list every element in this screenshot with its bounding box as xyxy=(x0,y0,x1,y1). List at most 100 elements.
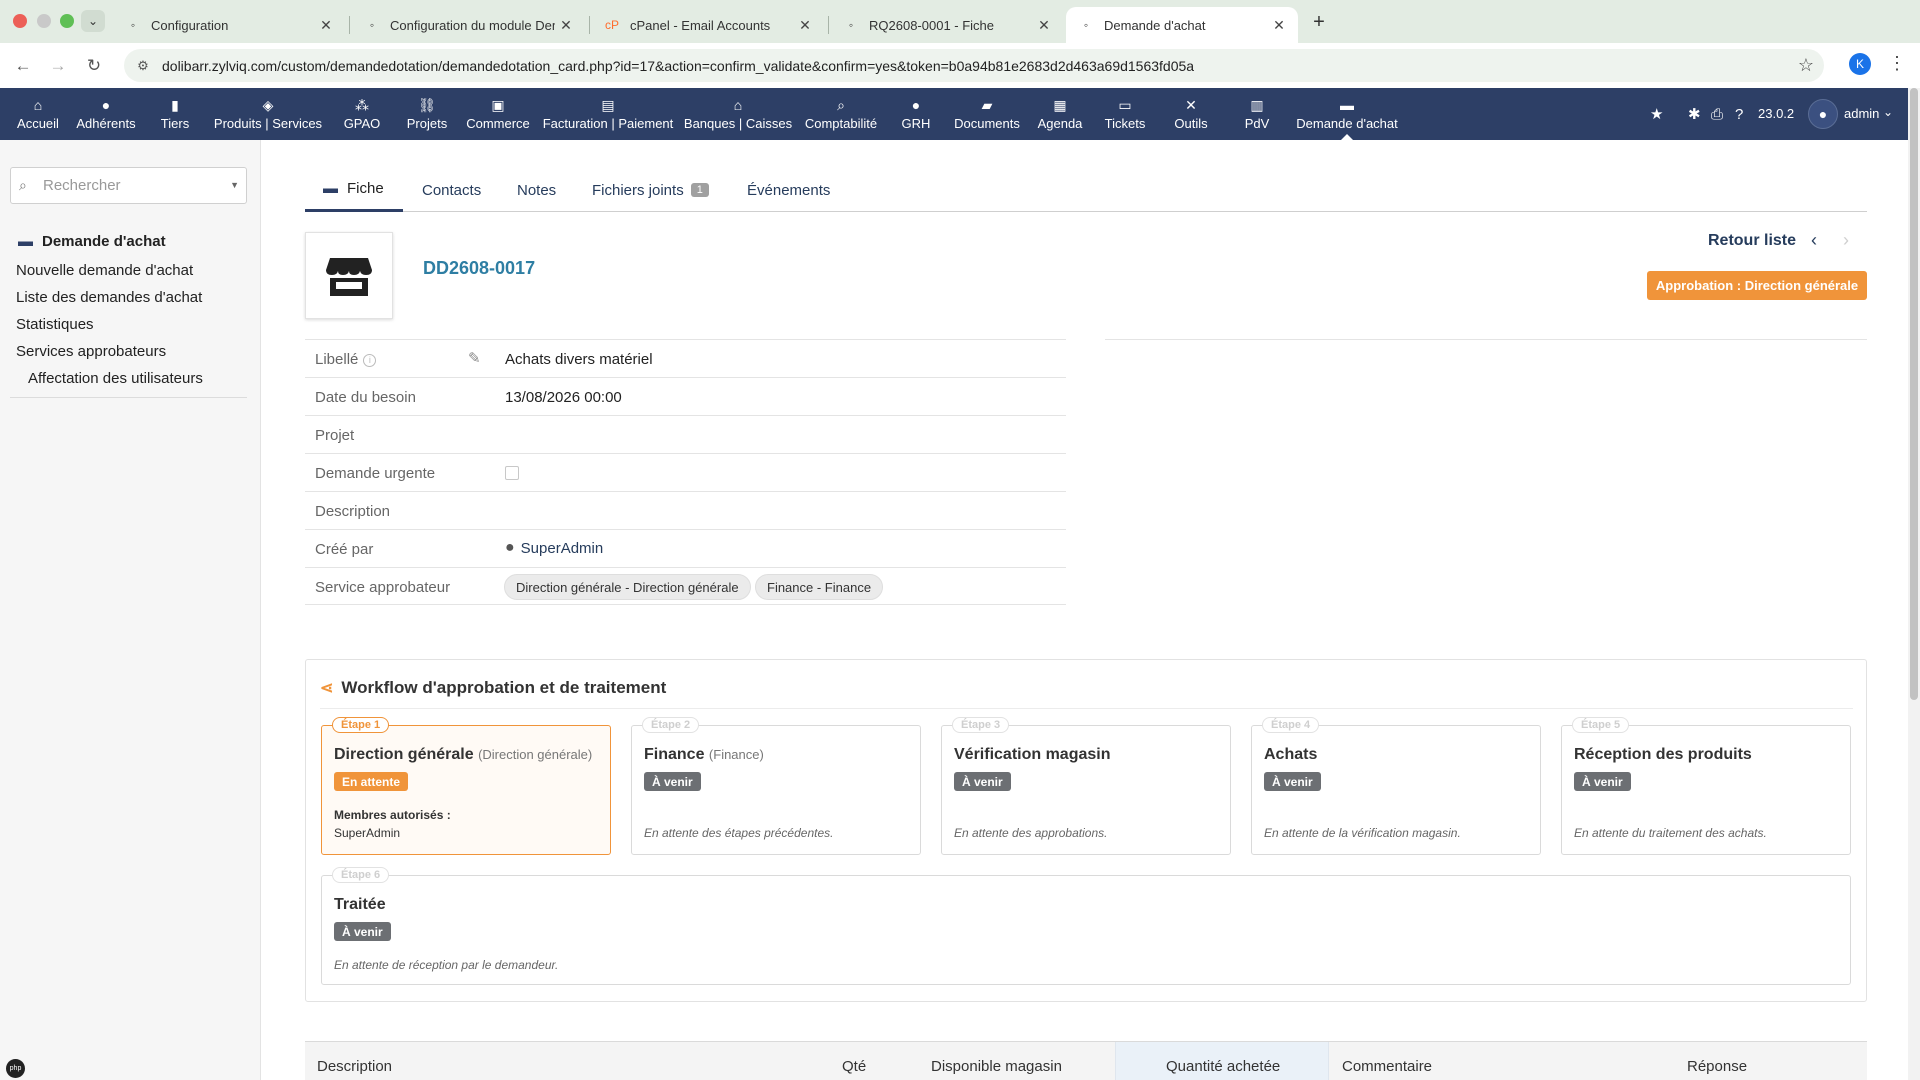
members-label: Membres autorisés : xyxy=(334,808,451,822)
window-minimize-button[interactable] xyxy=(37,14,51,28)
urgent-checkbox[interactable] xyxy=(505,466,519,480)
cubes-icon: ⁂ xyxy=(355,97,369,113)
workflow-title: ⋖ Workflow d'approbation et de traitemen… xyxy=(320,678,666,698)
browser-tab[interactable]: ◦ RQ2608-0001 - Fiche ✕ xyxy=(831,7,1063,43)
tab-label: Fiche xyxy=(347,180,384,197)
scrollbar-thumb[interactable] xyxy=(1910,88,1918,700)
lines-table-header: Description Qté Disponible magasin Quant… xyxy=(305,1041,1867,1080)
folder-icon: ▰ xyxy=(981,97,993,113)
bookmark-star-icon[interactable]: ☆ xyxy=(1798,55,1814,76)
menu-label: Adhérents xyxy=(76,116,136,131)
building-icon: ▮ xyxy=(171,97,179,113)
tab-notes[interactable]: Notes xyxy=(517,168,556,212)
sidebar-item-nouvelle-demande[interactable]: Nouvelle demande d'achat xyxy=(16,262,193,279)
next-record-icon[interactable]: › xyxy=(1843,230,1849,251)
menu-label: Comptabilité xyxy=(804,116,878,131)
tab-evenements[interactable]: Événements xyxy=(747,168,830,212)
step-status-badge: À venir xyxy=(1264,772,1321,791)
previous-record-icon[interactable]: ‹ xyxy=(1811,230,1817,251)
step-number-label: Étape 6 xyxy=(332,867,390,883)
menu-grh[interactable]: ● GRH xyxy=(892,88,940,140)
edit-pencil-icon[interactable]: ✎ xyxy=(468,349,481,367)
sidebar-item-services-approbateurs[interactable]: Services approbateurs xyxy=(16,343,166,360)
field-label-text: Libellé xyxy=(315,351,359,368)
tab-contacts[interactable]: Contacts xyxy=(422,168,481,212)
forward-button[interactable]: → xyxy=(47,55,69,77)
column-header: Quantité achetée xyxy=(1166,1058,1281,1075)
menu-tickets[interactable]: ▭ Tickets xyxy=(1098,88,1152,140)
sidebar-item-affectation-utilisateurs[interactable]: Affectation des utilisateurs xyxy=(28,370,203,387)
menu-label: Documents xyxy=(954,116,1020,131)
column-header: Commentaire xyxy=(1342,1058,1433,1075)
menu-facturation-paiement[interactable]: ▤ Facturation | Paiement xyxy=(538,88,678,140)
user-avatar[interactable]: ● xyxy=(1808,99,1838,129)
browser-tab-active[interactable]: ◦ Demande d'achat ✕ xyxy=(1066,7,1298,43)
menu-comptabilite[interactable]: ⌕ Comptabilité xyxy=(800,88,882,140)
close-icon[interactable]: ✕ xyxy=(794,17,816,34)
workflow-step: Étape 2 Finance (Finance) À venir En att… xyxy=(631,717,921,855)
creator-link[interactable]: ● SuperAdmin xyxy=(505,539,603,557)
close-icon[interactable]: ✕ xyxy=(1268,17,1290,34)
profile-avatar[interactable]: K xyxy=(1849,53,1871,75)
caret-down-icon[interactable]: ▼ xyxy=(230,180,239,190)
cube-icon: ◈ xyxy=(262,97,274,113)
store-icon: ▬ xyxy=(1340,97,1354,113)
step-name: Vérification magasin xyxy=(954,746,1111,763)
menu-tiers[interactable]: ▮ Tiers xyxy=(150,88,200,140)
menu-gpao[interactable]: ⁂ GPAO xyxy=(336,88,388,140)
tab-fichiers-joints[interactable]: Fichiers joints 1 xyxy=(592,168,709,212)
bookmarks-icon[interactable]: ★ xyxy=(1650,88,1663,140)
tab-fiche[interactable]: ▬ Fiche xyxy=(305,168,403,212)
menu-projets[interactable]: ⛓ Projets xyxy=(398,88,456,140)
step-name: Direction générale (Direction générale) xyxy=(334,746,592,764)
reload-button[interactable]: ↻ xyxy=(83,55,105,77)
sidebar-heading[interactable]: ▬ Demande d'achat xyxy=(18,233,166,250)
url-field[interactable]: ⚙ dolibarr.zylviq.com/custom/demandedota… xyxy=(124,49,1824,82)
menu-commerce[interactable]: ▣ Commerce xyxy=(462,88,534,140)
close-icon[interactable]: ✕ xyxy=(315,17,337,34)
menu-documents[interactable]: ▰ Documents xyxy=(950,88,1024,140)
record-ref: DD2608-0017 xyxy=(423,258,536,278)
tab-search-button[interactable]: ⌄ xyxy=(81,10,105,32)
window-close-button[interactable] xyxy=(13,14,27,28)
search-input[interactable]: ⌕ Rechercher ▼ xyxy=(10,167,247,204)
debug-bug-icon[interactable]: ✱ xyxy=(1688,88,1701,140)
menu-label: Demande d'achat xyxy=(1296,116,1398,131)
help-icon[interactable]: ? xyxy=(1735,88,1743,140)
menu-pdv[interactable]: ▥ PdV xyxy=(1230,88,1284,140)
menu-banques-caisses[interactable]: ⌂ Banques | Caisses xyxy=(682,88,794,140)
menu-outils[interactable]: ✕ Outils xyxy=(1166,88,1216,140)
window-zoom-button[interactable] xyxy=(60,14,74,28)
sidebar-item-statistiques[interactable]: Statistiques xyxy=(16,316,94,333)
menu-adherents[interactable]: ● Adhérents xyxy=(72,88,140,140)
new-tab-button[interactable]: + xyxy=(1307,10,1331,34)
browser-tab[interactable]: cP cPanel - Email Accounts ✕ xyxy=(592,7,824,43)
info-icon[interactable]: i xyxy=(363,353,377,367)
field-row-date-besoin: Date du besoin 13/08/2026 00:00 xyxy=(305,377,1066,415)
cash-register-icon: ▥ xyxy=(1250,97,1264,113)
attachment-count-badge: 1 xyxy=(690,183,709,197)
site-info-icon[interactable]: ⚙ xyxy=(134,58,152,74)
menu-agenda[interactable]: ▦ Agenda xyxy=(1032,88,1088,140)
user-icon: ● xyxy=(1818,106,1828,122)
menu-demande-achat[interactable]: ▬ Demande d'achat xyxy=(1292,88,1402,140)
main-top-menu: ⌂ Accueil ● Adhérents ▮ Tiers ◈ Produits… xyxy=(0,88,1908,140)
close-icon[interactable]: ✕ xyxy=(555,17,577,34)
menu-label: Projets xyxy=(406,116,448,131)
chevron-down-icon: ⌄ xyxy=(87,14,99,28)
chevron-down-icon[interactable]: ⌄ xyxy=(1883,105,1893,119)
workflow-step: Étape 6 Traitée À venir En attente de ré… xyxy=(321,867,1851,985)
menu-produits-services[interactable]: ◈ Produits | Services xyxy=(210,88,326,140)
back-button[interactable]: ← xyxy=(12,55,34,77)
browser-tab[interactable]: ◦ Configuration du module Dem ✕ xyxy=(352,7,585,43)
close-icon[interactable]: ✕ xyxy=(1033,17,1055,34)
page-scrollbar[interactable] xyxy=(1908,88,1920,1080)
user-name[interactable]: admin xyxy=(1844,106,1879,121)
sidebar-item-liste-demandes[interactable]: Liste des demandes d'achat xyxy=(16,289,202,306)
back-to-list-link[interactable]: Retour liste xyxy=(1708,232,1796,250)
arrow-right-icon: → xyxy=(49,56,67,75)
browser-menu-icon[interactable]: ⋮ xyxy=(1888,53,1906,77)
browser-tab[interactable]: ◦ Configuration ✕ xyxy=(113,7,345,43)
print-icon[interactable]: ⎙ xyxy=(1711,88,1723,140)
menu-accueil[interactable]: ⌂ Accueil xyxy=(8,88,68,140)
